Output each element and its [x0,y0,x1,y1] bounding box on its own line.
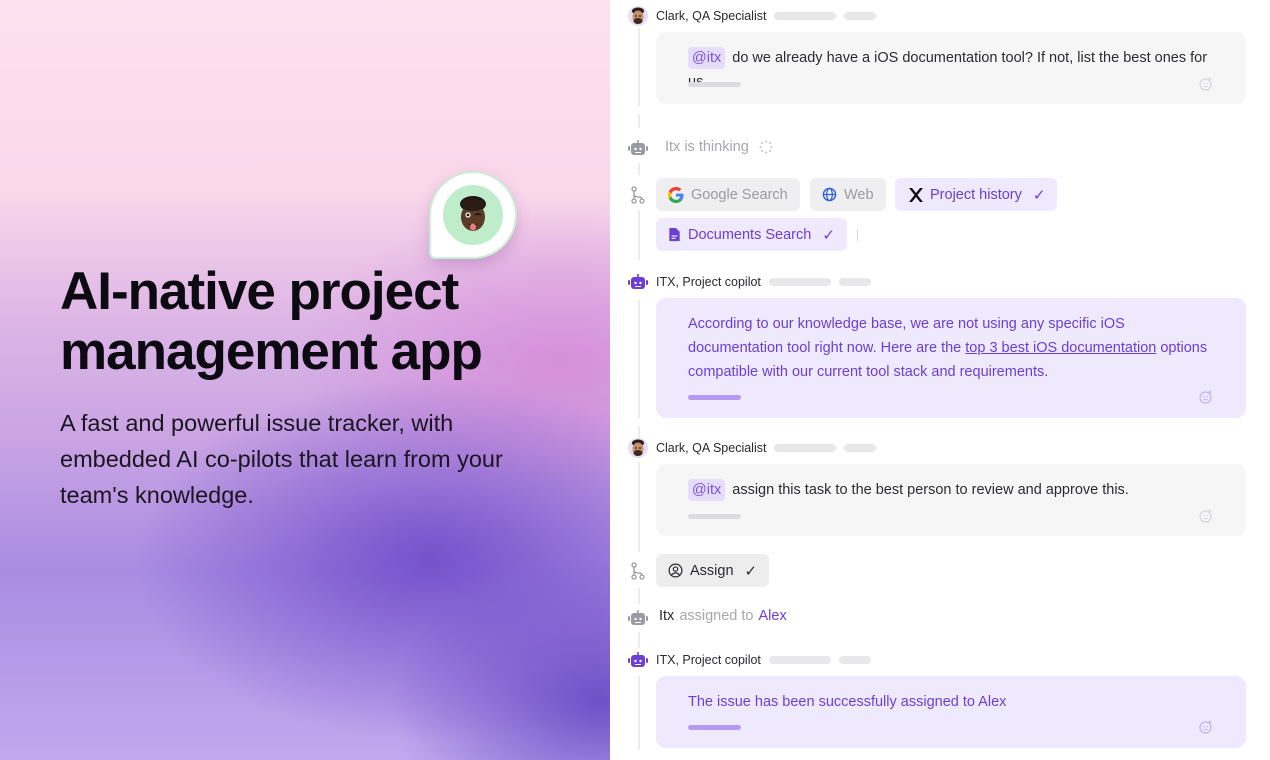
timeline-line [638,114,640,128]
message-bubble: @itx do we already have a iOS documentat… [656,32,1246,104]
copilot-bot-icon [628,652,648,667]
timeline-line [638,676,640,750]
assignment-verb: assigned to [679,608,754,624]
avatar-pin [431,173,515,257]
google-icon [668,186,684,203]
source-chip-web[interactable]: Web [810,178,886,211]
message-bubble: According to our knowledge base, we are … [656,298,1246,418]
timeline-line [638,632,640,648]
memoji-face-icon [460,196,486,231]
source-chip-documents-search[interactable]: Documents Search ✓ [656,218,847,251]
memoji-avatar [443,185,503,245]
assignment-event: Itx assigned to Alex [659,608,787,624]
bot-icon [627,608,649,628]
workflow-branch-icon [627,561,649,581]
message-header: Clark, QA Specialist [628,438,877,458]
documentation-link[interactable]: top 3 best iOS documentation [965,340,1156,356]
user-avatar[interactable] [628,438,648,458]
timeline-line [638,426,640,438]
check-icon: ✓ [822,226,835,244]
meta-placeholder [838,656,871,664]
thinking-label: Itx is thinking [665,139,749,155]
chip-label: Project history [930,186,1022,203]
check-icon: ✓ [744,562,758,580]
source-chip-google-search[interactable]: Google Search [656,178,800,211]
timestamp-placeholder [768,278,831,286]
assign-label: Assign [690,562,734,579]
timeline-line [638,300,640,418]
loading-spinner-icon [759,140,773,154]
globe-icon [822,187,837,202]
copilot-bot-icon [628,274,648,289]
timeline-line [638,28,640,106]
timestamp-placeholder [774,12,837,20]
message-author: Clark, QA Specialist [656,9,767,23]
message-header: ITX, Project copilot [628,650,871,670]
assignment-actor: Itx [659,608,675,624]
message-footer-placeholder [688,395,741,400]
text-cursor [857,229,858,241]
timeline-line [638,462,640,552]
timestamp-placeholder [768,656,831,664]
user-circle-icon [668,563,683,578]
message-footer-placeholder [688,514,741,519]
add-reaction-icon[interactable] [1198,76,1214,92]
add-reaction-icon[interactable] [1198,508,1214,524]
meta-placeholder [844,12,877,20]
timeline-line [638,163,640,175]
thinking-status: Itx is thinking [665,139,773,155]
message-author: ITX, Project copilot [656,653,761,667]
message-footer-placeholder [688,82,741,87]
assignee-link[interactable]: Alex [758,608,786,624]
bot-icon [627,138,649,158]
chat-thread: Clark, QA Specialist @itx do we already … [610,0,1270,760]
workflow-branch-icon [627,185,649,205]
user-avatar[interactable] [628,6,648,26]
timeline-line [638,210,640,260]
message-text: assign this task to the best person to r… [732,482,1129,498]
mention-tag[interactable]: @itx [688,47,726,69]
message-text: According to our knowledge base, we are … [688,312,1214,384]
timeline-line [638,588,640,604]
document-icon [669,227,680,242]
assign-action-button[interactable]: Assign ✓ [656,554,770,587]
meta-placeholder [838,278,871,286]
x-logo-icon [909,187,923,202]
chip-label: Google Search [691,186,788,203]
meta-placeholder [844,444,877,452]
hero-panel: AI-native project management app A fast … [0,0,610,760]
message-author: Clark, QA Specialist [656,441,767,455]
memoji-icon [632,7,644,24]
message-author: ITX, Project copilot [656,275,761,289]
memoji-icon [632,439,644,456]
message-footer-placeholder [688,725,741,730]
timestamp-placeholder [774,444,837,452]
message-header: ITX, Project copilot [628,272,871,292]
message-text: The issue has been successfully assigned… [688,694,1007,710]
chip-label: Web [844,186,874,203]
chip-label: Documents Search [688,226,812,243]
message-bubble: @itx assign this task to the best person… [656,464,1246,536]
source-chip-project-history[interactable]: Project history ✓ [895,178,1058,211]
hero-title: AI-native project management app [60,262,483,381]
mention-tag[interactable]: @itx [688,479,726,501]
add-reaction-icon[interactable] [1198,389,1214,405]
message-bubble: The issue has been successfully assigned… [656,676,1246,748]
hero-subtitle: A fast and powerful issue tracker, with … [60,410,503,508]
add-reaction-icon[interactable] [1198,719,1214,735]
check-icon: ✓ [1032,186,1046,204]
message-header: Clark, QA Specialist [628,6,877,26]
message-text: do we already have a iOS documentation t… [688,50,1208,90]
